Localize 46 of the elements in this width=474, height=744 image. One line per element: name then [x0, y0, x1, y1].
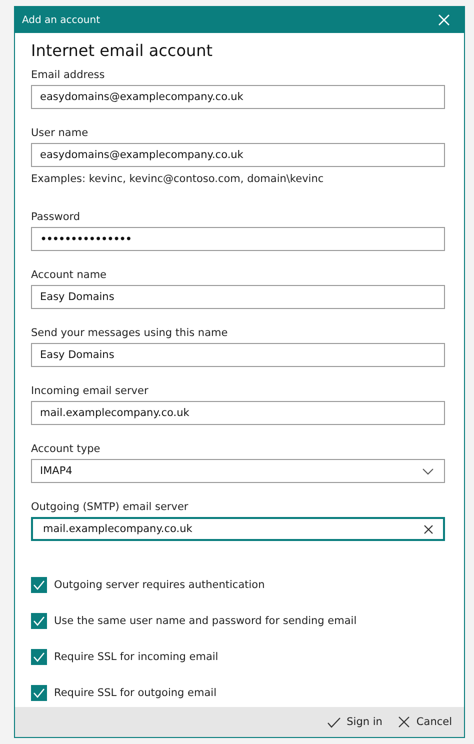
field-value: easydomains@examplecompany.co.uk	[40, 91, 244, 103]
close-icon[interactable]	[438, 14, 450, 26]
close-icon	[398, 716, 410, 728]
checkbox[interactable]	[31, 649, 47, 665]
sign-in-button[interactable]: Sign in	[324, 713, 384, 731]
checkmark-icon	[326, 716, 341, 728]
input-field[interactable]: mail.examplecompany.co.uk	[31, 517, 445, 541]
checkbox[interactable]	[31, 613, 47, 629]
field-value: mail.examplecompany.co.uk	[40, 407, 190, 419]
hint-text: Examples: kevinc, kevinc@contoso.com, domain\kevinc	[31, 173, 325, 185]
checkbox[interactable]	[31, 685, 47, 701]
field-value: IMAP4	[40, 465, 72, 477]
dialog-heading: Internet email account	[31, 41, 214, 60]
checkbox-label: Require SSL for outgoing email	[54, 687, 217, 699]
checkbox-label: Use the same user name and password for sending email	[54, 615, 357, 627]
chevron-down-icon	[422, 468, 434, 474]
checkbox[interactable]	[31, 577, 47, 593]
checkbox-label: Require SSL for incoming email	[54, 651, 218, 663]
dialog-title: Add an account	[22, 14, 100, 26]
field-value: Easy Domains	[40, 349, 114, 361]
cancel-button[interactable]: Cancel	[396, 713, 454, 731]
dropdown[interactable]: IMAP4	[31, 459, 445, 483]
field-value: •••••••••••••••	[40, 232, 132, 246]
checkmark-icon	[32, 614, 46, 628]
input-field[interactable]: •••••••••••••••	[31, 227, 445, 251]
clear-icon[interactable]	[424, 524, 433, 534]
input-field[interactable]: easydomains@examplecompany.co.uk	[31, 85, 445, 109]
field-label: Incoming email server	[31, 385, 150, 397]
field-value: Easy Domains	[40, 291, 114, 303]
field-label: User name	[31, 127, 90, 139]
field-label: Email address	[31, 69, 106, 81]
field-label: Account type	[31, 443, 102, 455]
checkmark-icon	[32, 686, 46, 700]
input-field[interactable]: Easy Domains	[31, 285, 445, 309]
input-field[interactable]: easydomains@examplecompany.co.uk	[31, 143, 445, 167]
field-value: easydomains@examplecompany.co.uk	[40, 149, 244, 161]
field-label: Outgoing (SMTP) email server	[31, 501, 190, 513]
input-field[interactable]: Easy Domains	[31, 343, 445, 367]
field-label: Account name	[31, 269, 108, 281]
field-label: Send your messages using this name	[31, 327, 229, 339]
field-label: Password	[31, 211, 82, 223]
checkmark-icon	[32, 578, 46, 592]
checkmark-icon	[32, 650, 46, 664]
field-value: mail.examplecompany.co.uk	[43, 523, 192, 535]
input-field[interactable]: mail.examplecompany.co.uk	[31, 401, 445, 425]
checkbox-label: Outgoing server requires authentication	[54, 579, 265, 591]
